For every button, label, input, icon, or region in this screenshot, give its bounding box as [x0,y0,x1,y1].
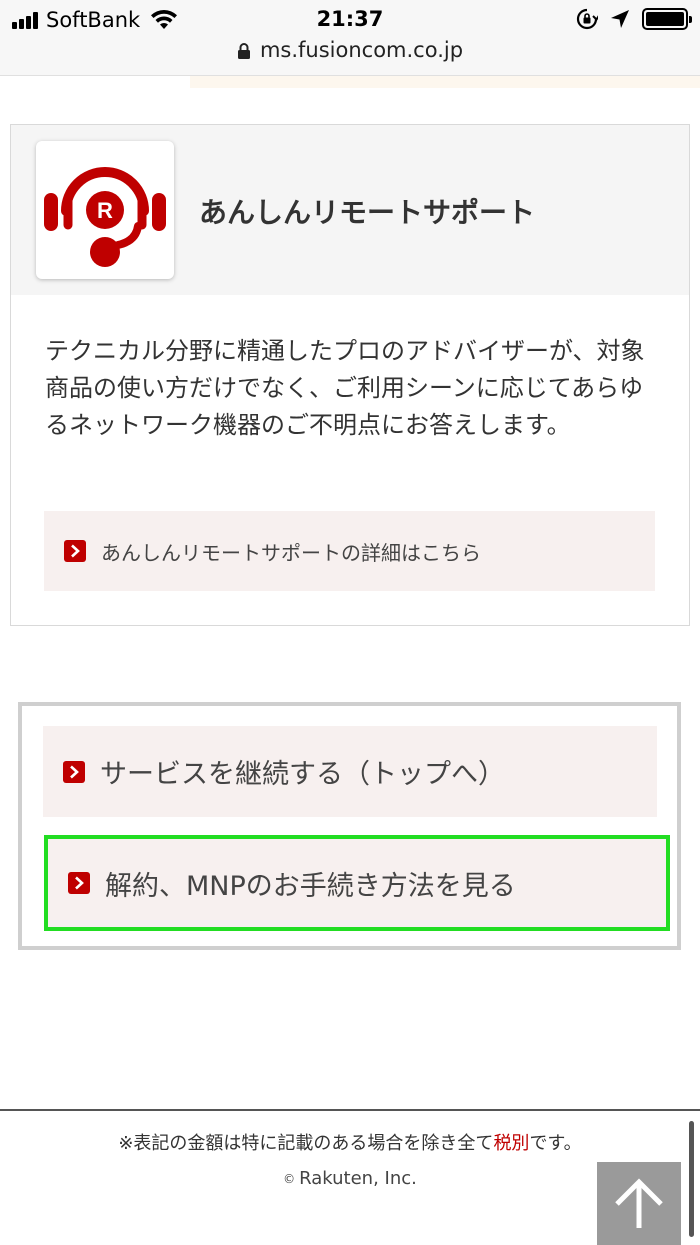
battery-icon [642,8,692,30]
tax-note-prefix: ※表記の金額は特に記載のある場合を除き全て [118,1133,494,1154]
back-to-top-button[interactable] [597,1162,681,1245]
remote-support-app-icon: R [36,141,174,279]
page-banner-edge [190,76,700,88]
remote-support-detail-link[interactable]: あんしんリモートサポートの詳細はこちら [44,511,655,591]
chevron-right-icon [63,760,85,783]
copyright-symbol: © [283,1172,296,1186]
cancel-mnp-button[interactable]: 解約、MNPのお手続き方法を見る [44,835,670,931]
headset-icon: R [44,167,166,267]
arrow-up-icon [615,1178,663,1228]
copyright: © Rakuten, Inc. [0,1168,700,1189]
tax-note-highlight[interactable]: 税別 [493,1133,529,1154]
card-description: テクニカル分野に精通したプロのアドバイザーが、対象商品の使い方だけでなく、ご利用… [45,337,645,439]
status-right [576,8,692,30]
continue-service-button[interactable]: サービスを継続する（トップへ） [43,726,657,817]
rotation-lock-icon [576,8,598,30]
lock-icon [237,43,250,59]
footer: ※表記の金額は特に記載のある場合を除き全て税別です。 © Rakuten, Inc… [0,1109,700,1245]
location-arrow-icon [611,10,629,28]
tax-note-suffix: です。 [529,1133,582,1154]
url-text[interactable]: ms.fusioncom.co.jp [260,38,463,62]
action-box: サービスを継続する（トップへ） 解約、MNPのお手続き方法を見る [18,702,681,950]
card-header: R あんしんリモートサポート [11,125,689,295]
scrollbar[interactable] [689,1121,694,1237]
svg-text:R: R [97,198,113,223]
chevron-right-icon [64,540,86,562]
tax-note: ※表記の金額は特に記載のある場合を除き全て税別です。 [0,1129,700,1155]
remote-support-card: R あんしんリモートサポート テクニカル分野に精通したプロのアドバイザーが、対象… [10,124,690,626]
card-title: あんしんリモートサポート [199,196,536,229]
status-bar: SoftBank 21:37 [0,0,700,38]
chevron-right-icon [68,872,90,894]
cancel-mnp-label: 解約、MNPのお手続き方法を見る [105,870,516,902]
continue-service-label: サービスを継続する（トップへ） [100,759,505,790]
copyright-text: Rakuten, Inc. [299,1168,417,1189]
detail-link-label: あんしんリモートサポートの詳細はこちら [101,540,481,565]
url-bar[interactable]: ms.fusioncom.co.jp [0,38,700,76]
